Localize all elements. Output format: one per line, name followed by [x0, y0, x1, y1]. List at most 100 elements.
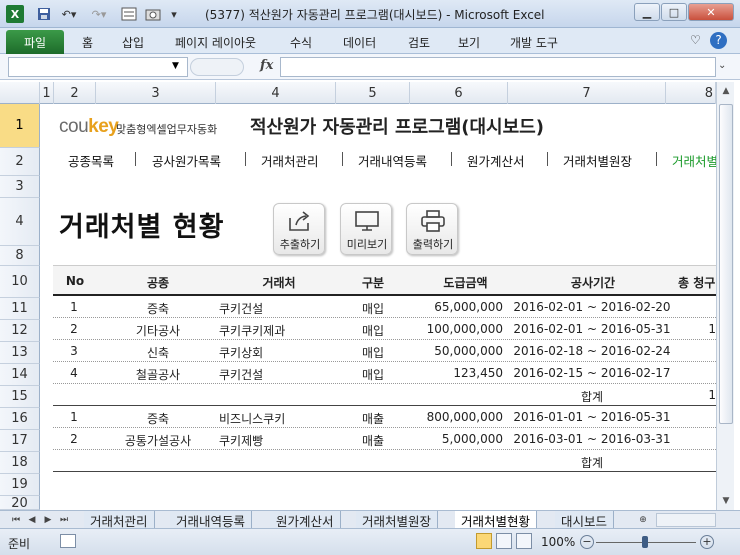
row-header[interactable]: 11	[0, 298, 40, 320]
row-header[interactable]: 15	[0, 386, 40, 408]
row-header[interactable]: 10	[0, 266, 40, 298]
close-button[interactable]: ✕	[688, 3, 734, 21]
camera-icon[interactable]	[144, 5, 162, 23]
first-sheet-icon[interactable]: ⏮	[10, 513, 22, 527]
sheet-tab-bar: ⏮ ◀ ▶ ⏭ 거래처관리 거래내역등록 원가계산서 거래처별원장 거래처별현황…	[0, 510, 740, 529]
cell-kind: 매출	[361, 412, 385, 426]
row-header[interactable]: 4	[0, 198, 40, 246]
cell-period: 2016-03-01 ~ 2016-03-31	[513, 432, 671, 446]
tab-insert[interactable]: 삽입	[122, 34, 144, 51]
cell-kind: 매입	[361, 368, 385, 382]
col-vendor: 거래처	[262, 276, 296, 290]
column-header[interactable]: 2	[54, 82, 96, 104]
last-sheet-icon[interactable]: ⏭	[58, 513, 70, 527]
undo-icon[interactable]: ↶▾	[58, 5, 80, 23]
page-break-view-icon[interactable]	[516, 533, 532, 549]
tab-review[interactable]: 검토	[408, 34, 430, 51]
sheet-tab-cost-statement[interactable]: 원가계산서	[270, 511, 341, 529]
sheet-tab-vendor-status[interactable]: 거래처별현황	[455, 511, 538, 529]
row-header[interactable]: 2	[0, 148, 40, 176]
row-header[interactable]: 14	[0, 364, 40, 386]
zoom-in-icon[interactable]: +	[700, 535, 714, 549]
menu-item-cost-statement[interactable]: 원가계산서	[467, 151, 525, 170]
row-header[interactable]: 19	[0, 474, 40, 496]
vertical-scrollbar[interactable]: ▲ ▼	[716, 82, 734, 510]
row-header[interactable]: 13	[0, 342, 40, 364]
zoom-level[interactable]: 100%	[541, 535, 575, 549]
tab-home[interactable]: 홈	[82, 34, 93, 51]
column-header[interactable]: 7	[508, 82, 666, 104]
name-box[interactable]	[8, 57, 188, 77]
tab-page-layout[interactable]: 페이지 레이아웃	[175, 34, 256, 51]
row-header[interactable]: 3	[0, 176, 40, 198]
cell-period: 2016-02-01 ~ 2016-05-31	[513, 322, 671, 336]
row-header[interactable]: 12	[0, 320, 40, 342]
row-header[interactable]: 1	[0, 104, 40, 148]
excel-icon[interactable]: X	[6, 5, 24, 23]
collapse-ribbon-icon[interactable]: ♡	[690, 33, 701, 47]
worksheet-grid[interactable]: coukey 맞춤형엑셀업무자동화 적산원가 자동관리 프로그램(대시보드) 공…	[41, 104, 716, 510]
zoom-slider-thumb[interactable]	[642, 536, 648, 548]
scroll-thumb[interactable]	[719, 104, 733, 424]
menu-item-work-types[interactable]: 공종목록	[68, 151, 114, 170]
tab-formulas[interactable]: 수식	[290, 34, 312, 51]
tab-file[interactable]: 파일	[6, 30, 64, 54]
menu-item-cost-list[interactable]: 공사원가목록	[152, 151, 221, 170]
prev-sheet-icon[interactable]: ◀	[26, 513, 38, 527]
sheet-tab-transaction-entry[interactable]: 거래내역등록	[170, 511, 253, 529]
menu-item-transaction-entry[interactable]: 거래내역등록	[358, 151, 427, 170]
formula-input[interactable]	[280, 57, 716, 77]
minimize-button[interactable]: ▁	[634, 3, 660, 21]
page-layout-view-icon[interactable]	[496, 533, 512, 549]
menu-divider	[342, 152, 343, 166]
save-icon[interactable]	[36, 5, 52, 23]
form-icon[interactable]	[120, 5, 138, 23]
col-period: 공사기간	[570, 276, 616, 290]
column-header[interactable]: 4	[216, 82, 336, 104]
formula-bar-toggle[interactable]	[190, 58, 244, 76]
export-label: 추출하기	[279, 238, 321, 251]
menu-item-vendor-ledger[interactable]: 거래처별원장	[563, 151, 632, 170]
normal-view-icon[interactable]	[476, 533, 492, 549]
insert-sheet-icon[interactable]: ⊕	[636, 513, 650, 527]
row-header[interactable]: 8	[0, 246, 40, 266]
select-all-corner[interactable]	[0, 82, 40, 104]
export-button[interactable]: 추출하기	[273, 203, 325, 255]
preview-button[interactable]: 미리보기	[340, 203, 392, 255]
column-header[interactable]: 6	[410, 82, 508, 104]
row-header[interactable]: 20	[0, 496, 40, 511]
scroll-up-icon[interactable]: ▲	[718, 83, 734, 99]
column-header[interactable]: 5	[336, 82, 410, 104]
sheet-tab-vendor-ledger[interactable]: 거래처별원장	[356, 511, 439, 529]
macro-record-icon[interactable]	[60, 534, 76, 548]
column-header[interactable]: 3	[96, 82, 216, 104]
next-sheet-icon[interactable]: ▶	[42, 513, 54, 527]
help-icon[interactable]: ?	[710, 32, 727, 49]
sheet-tab-dashboard[interactable]: 대시보드	[555, 511, 615, 529]
tab-view[interactable]: 보기	[458, 34, 480, 51]
insert-function-icon[interactable]: fx	[260, 58, 273, 73]
row-header[interactable]: 18	[0, 452, 40, 474]
expand-formula-icon[interactable]: ⌄	[718, 60, 726, 71]
col-total-claim: 총 청구	[678, 276, 716, 290]
cell-amount: 65,000,000	[434, 300, 503, 314]
column-header[interactable]: 1	[40, 82, 54, 104]
print-button[interactable]: 출력하기	[406, 203, 458, 255]
scroll-down-icon[interactable]: ▼	[718, 493, 734, 509]
formula-bar: ▼ fx ⌄	[0, 54, 740, 80]
name-box-dropdown-icon[interactable]: ▼	[172, 61, 179, 71]
tab-developer[interactable]: 개발 도구	[510, 34, 558, 51]
horizontal-scrollbar[interactable]	[656, 513, 716, 527]
row-header[interactable]: 17	[0, 430, 40, 452]
zoom-out-icon[interactable]: −	[580, 535, 594, 549]
customize-toolbar-icon[interactable]: ▾	[168, 5, 180, 23]
maximize-button[interactable]: □	[661, 3, 687, 21]
column-header[interactable]: 8	[666, 82, 716, 104]
menu-item-vendor-management[interactable]: 거래처관리	[261, 151, 319, 170]
redo-icon[interactable]: ↷▾	[88, 5, 110, 23]
cell-type: 철골공사	[135, 368, 181, 382]
sheet-tab-vendor-management[interactable]: 거래처관리	[84, 511, 155, 529]
tab-data[interactable]: 데이터	[343, 34, 376, 51]
row-header[interactable]: 16	[0, 408, 40, 430]
menu-item-vendor-status[interactable]: 거래처별	[672, 151, 716, 170]
